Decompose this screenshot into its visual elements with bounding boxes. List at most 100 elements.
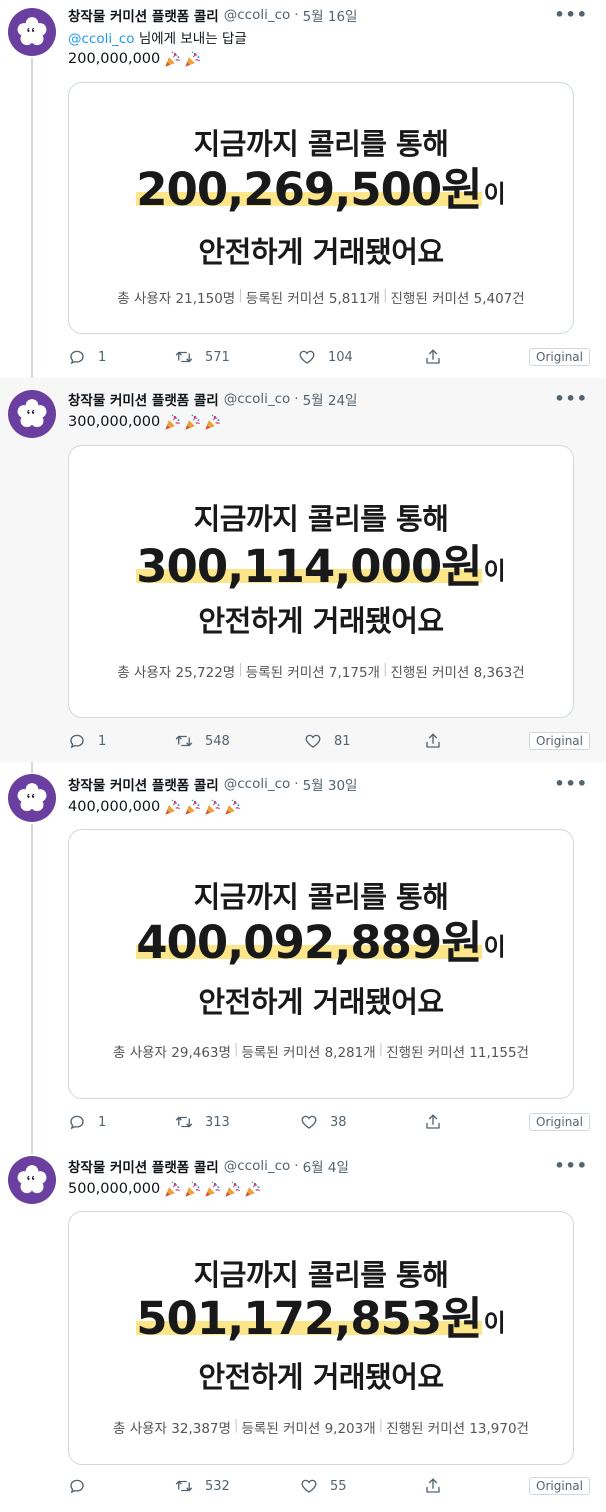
retweet-button[interactable]: 313 [175,1113,230,1131]
author-name[interactable]: 창작물 커미션 플랫폼 콜리 [68,1156,219,1176]
stats-card[interactable]: 지금까지 콜리를 통해 400,092,889원 이 안전하게 거래됐어요 총 사… [68,829,574,1099]
author-name[interactable]: 창작물 커미션 플랫폼 콜리 [68,774,219,794]
original-button[interactable]: Original [529,1477,590,1495]
tweet-header: 창작물 커미션 플랫폼 콜리 @ccoli_co · 5월 24일 ••• [68,389,590,409]
card-subheading: 안전하게 거래됐어요 [198,1360,444,1394]
author-handle[interactable]: @ccoli_co [224,1158,291,1174]
party-popper-icon [165,51,181,67]
party-emojis [163,798,243,817]
tweet-header: 창작물 커미션 플랫폼 콜리 @ccoli_co · 5월 16일 ••• [68,5,590,25]
avatar[interactable] [8,774,56,822]
avatar[interactable] [8,1156,56,1204]
party-emojis [163,50,203,69]
retweet-count: 548 [205,733,230,749]
stats-card[interactable]: 지금까지 콜리를 통해 300,114,000원 이 안전하게 거래됐어요 총 사… [68,445,574,718]
tweet-date[interactable]: 5월 30일 [303,774,358,794]
reply-button[interactable]: 1 [68,1113,106,1131]
like-count: 38 [330,1114,347,1130]
card-subheading: 안전하게 거래됐어요 [198,235,444,269]
more-icon[interactable]: ••• [554,5,588,24]
tweet-text-value: 200,000,000 [68,51,161,67]
stats-card[interactable]: 지금까지 콜리를 통해 200,269,500원 이 안전하게 거래됐어요 총 사… [68,82,574,334]
reply-mention-link[interactable]: @ccoli_co [68,31,135,47]
card-stats: 총 사용자 21,150명 | 등록된 커미션 5,811개 | 진행된 커미션 5,4… [117,287,525,307]
author-name[interactable]: 창작물 커미션 플랫폼 콜리 [68,5,219,25]
share-button[interactable] [424,1477,442,1495]
party-popper-icon [165,414,181,430]
retweet-count: 313 [205,1114,230,1130]
tweet-date[interactable]: 5월 16일 [303,5,358,25]
more-icon[interactable]: ••• [554,389,588,408]
like-button[interactable]: 104 [298,348,353,366]
stat-done: 진행된 커미션 8,363건 [390,665,525,681]
tweet[interactable]: 창작물 커미션 플랫폼 콜리 @ccoli_co · 5월 24일 ••• 30… [0,378,606,762]
share-button[interactable] [424,732,442,750]
stats-card[interactable]: 지금까지 콜리를 통해 501,172,853원 이 안전하게 거래됐어요 총 사… [68,1211,574,1465]
card-amount: 501,172,853원 [136,1292,482,1345]
tweet[interactable]: 창작물 커미션 플랫폼 콜리 @ccoli_co · 6월 4일 ••• 500… [0,1144,606,1512]
tweet-text: 300,000,000 [68,411,223,433]
more-icon[interactable]: ••• [554,1156,588,1175]
party-popper-icon [225,1181,241,1197]
original-button[interactable]: Original [529,1113,590,1131]
card-amount: 400,092,889원 [136,916,482,969]
like-button[interactable]: 55 [300,1477,347,1495]
card-stats: 총 사용자 32,387명 | 등록된 커미션 9,203개 | 진행된 커미션 13,… [113,1417,529,1437]
card-amount-row: 501,172,853원 이 [69,1296,573,1341]
author-handle[interactable]: @ccoli_co [224,7,291,23]
more-icon[interactable]: ••• [554,774,588,793]
separator: · [294,1158,299,1174]
card-amount-suffix: 이 [483,1309,506,1338]
original-button[interactable]: Original [529,348,590,366]
card-amount: 300,114,000원 [136,540,482,593]
reply-icon [68,1477,86,1495]
like-count: 81 [334,733,351,749]
party-popper-icon [225,799,241,815]
share-button[interactable] [424,1113,442,1131]
author-handle[interactable]: @ccoli_co [224,776,291,792]
avatar[interactable] [8,8,56,56]
like-button[interactable]: 81 [304,732,351,750]
card-amount-row: 300,114,000원 이 [69,544,573,589]
share-button[interactable] [424,348,442,366]
amount-highlight: 400,092,889원 [136,920,483,965]
tweet[interactable]: 창작물 커미션 플랫폼 콜리 @ccoli_co · 5월 30일 ••• 40… [0,762,606,1144]
tweet-date[interactable]: 5월 24일 [303,389,358,409]
like-count: 104 [328,349,353,365]
reply-icon [68,1113,86,1131]
share-icon [424,1477,442,1495]
tweet-text-value: 400,000,000 [68,799,161,815]
party-popper-icon [205,414,221,430]
retweet-button[interactable]: 571 [175,348,230,366]
reply-button[interactable]: 1 [68,732,106,750]
heart-icon [298,348,316,366]
tweet-date[interactable]: 6월 4일 [303,1156,349,1176]
share-icon [424,732,442,750]
stat-users: 총 사용자 25,722명 [117,665,236,681]
tweet[interactable]: 창작물 커미션 플랫폼 콜리 @ccoli_co · 5월 16일 ••• @c… [0,0,606,378]
card-stats: 총 사용자 25,722명 | 등록된 커미션 7,175개 | 진행된 커미션 8,3… [117,661,525,681]
author-name[interactable]: 창작물 커미션 플랫폼 콜리 [68,389,219,409]
retweet-button[interactable]: 532 [175,1477,230,1495]
reply-button[interactable] [68,1477,98,1495]
tweet-text: 200,000,000 [68,48,203,70]
reply-context: @ccoli_co 님에게 보내는 답글 [68,27,247,47]
retweet-button[interactable]: 548 [175,732,230,750]
author-handle[interactable]: @ccoli_co [224,391,291,407]
stat-done: 진행된 커미션 13,970건 [386,1421,529,1437]
like-button[interactable]: 38 [300,1113,347,1131]
stat-users: 총 사용자 29,463명 [113,1045,231,1061]
card-heading: 지금까지 콜리를 통해 [193,1258,449,1292]
share-icon [424,348,442,366]
original-button[interactable]: Original [529,732,590,750]
reply-button[interactable]: 1 [68,348,106,366]
reply-icon [68,732,86,750]
tweet-text-value: 500,000,000 [68,1181,161,1197]
retweet-count: 571 [205,349,230,365]
tweet-text: 400,000,000 [68,796,243,818]
avatar[interactable] [8,390,56,438]
card-stats: 총 사용자 29,463명 | 등록된 커미션 8,281개 | 진행된 커미션 11,… [113,1041,529,1061]
heart-icon [300,1113,318,1131]
amount-highlight: 200,269,500원 [136,167,483,212]
retweet-icon [175,732,193,750]
